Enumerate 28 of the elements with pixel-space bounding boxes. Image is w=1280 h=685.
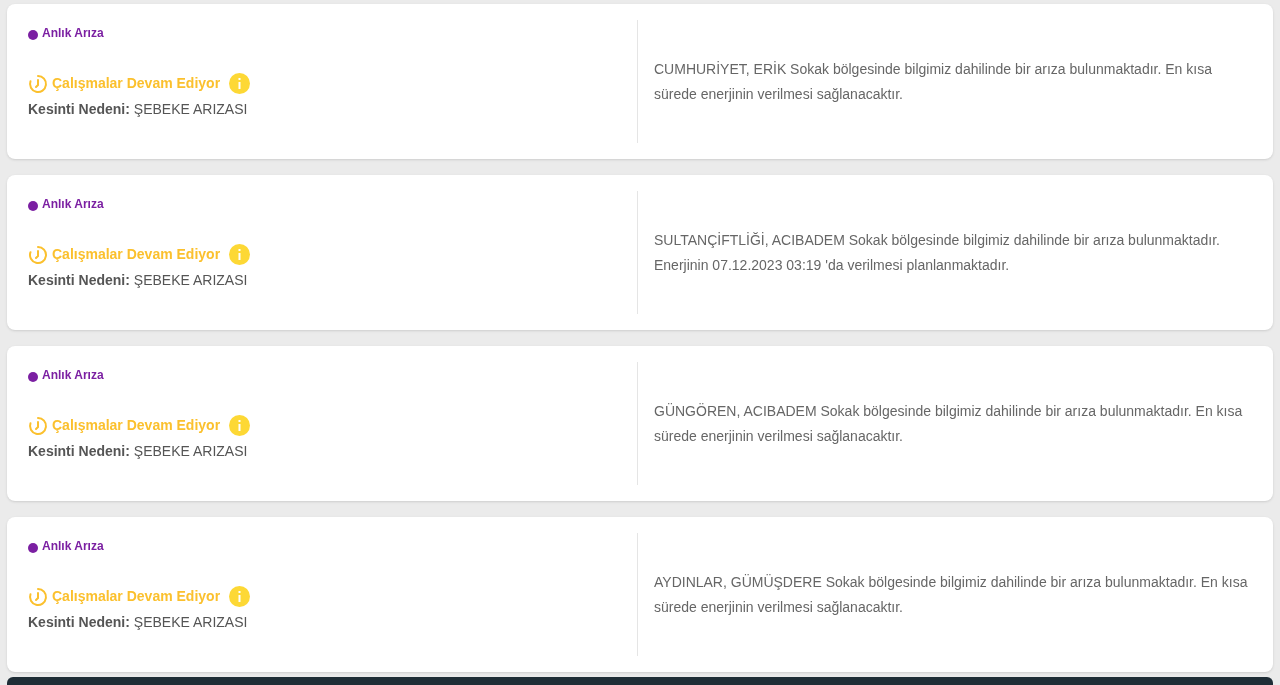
timer-icon [28, 415, 48, 436]
outage-type: Anlık Arıza [42, 538, 104, 556]
reason-label: Kesinti Nedeni: [28, 272, 130, 288]
reason-value: ŞEBEKE ARIZASI [133, 272, 248, 288]
info-icon[interactable] [229, 586, 251, 608]
reason-value: ŞEBEKE ARIZASI [133, 101, 248, 117]
reason-label: Kesinti Nedeni: [28, 101, 130, 117]
reason-label: Kesinti Nedeni: [28, 614, 130, 631]
info-icon[interactable] [229, 73, 251, 94]
reason-label: Kesinti Nedeni: [28, 443, 130, 460]
reason-value: ŞEBEKE ARIZASI [133, 614, 248, 631]
status-text: Çalışmalar Devam Ediyor [52, 74, 221, 93]
timer-icon [28, 73, 48, 94]
outage-description: AYDINLAR, GÜMÜŞDERE Sokak bölgesinde bilgimiz dahilinde bir arıza bulunmaktadır. En kısa sürede enerjinin verilmesi sağlanacaktır. [654, 572, 1249, 617]
outage-description: GÜNGÖREN, ACIBADEM Sokak bölgesinde bilgimiz dahilinde bir arıza bulunmaktadır. En kısa sürede enerjinin verilmesi sağlanacaktır. [654, 401, 1244, 446]
status-text: Çalışmalar Devam Ediyor [52, 587, 221, 607]
timer-icon [28, 244, 48, 265]
timer-icon [28, 586, 48, 607]
outage-type: Anlık Arıza [42, 367, 104, 385]
outage-type: Anlık Arıza [42, 196, 104, 213]
info-icon[interactable] [229, 415, 251, 437]
outage-description: SULTANÇİFTLİĞİ, ACIBADEM Sokak bölgesinde bilgimiz dahilinde bir arıza bulunmaktadır. Enerjinin 07.12.2023 03:19 'da verilmesi planlanmaktadır. [654, 230, 1221, 275]
info-icon[interactable] [229, 244, 251, 265]
reason-value: ŞEBEKE ARIZASI [133, 443, 248, 460]
status-text: Çalışmalar Devam Ediyor [52, 245, 221, 264]
outage-description: CUMHURİYET, ERİK Sokak bölgesinde bilgimiz dahilinde bir arıza bulunmaktadır. En kısa sürede enerjinin verilmesi sağlanacaktır. [654, 59, 1213, 104]
status-text: Çalışmalar Devam Ediyor [52, 416, 221, 436]
outage-type: Anlık Arıza [42, 25, 104, 42]
